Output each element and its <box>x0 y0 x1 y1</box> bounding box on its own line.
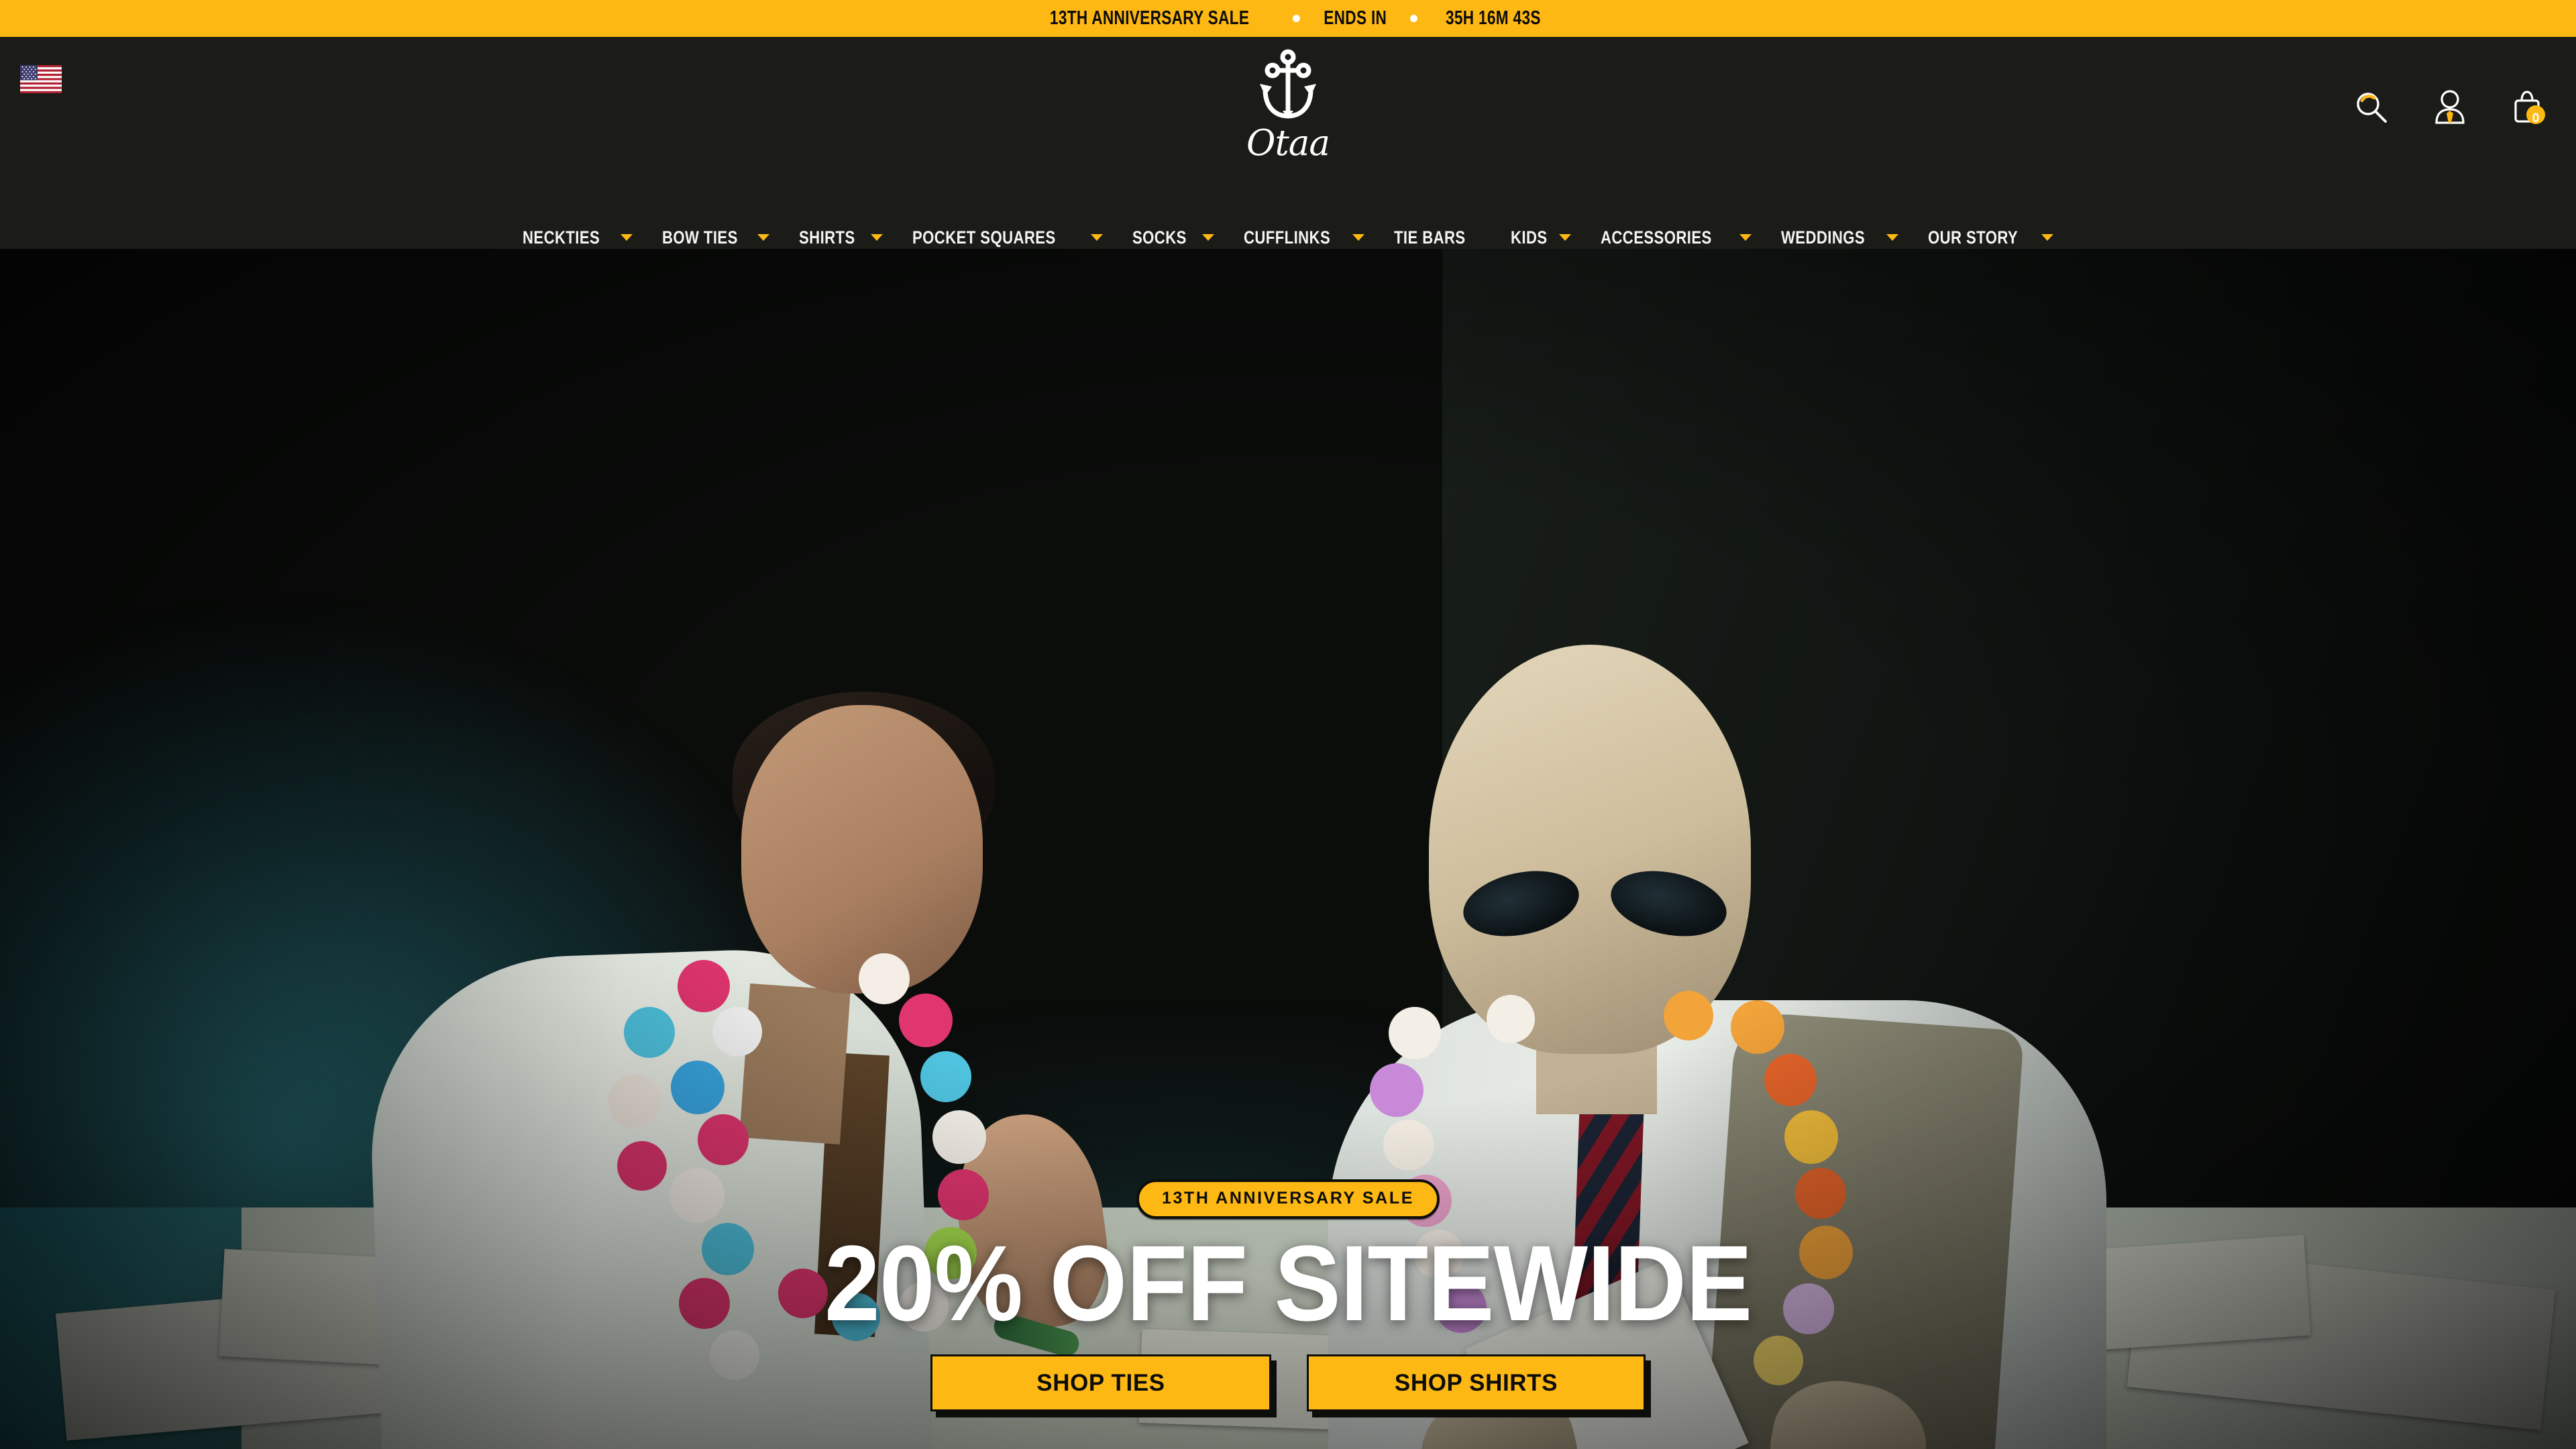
us-flag-icon <box>20 65 62 93</box>
nav-item-tie-bars[interactable]: TIE BARS <box>1379 227 1496 248</box>
nav-item-accessories[interactable]: ACCESSORIES <box>1586 227 1766 248</box>
hero-cta-group: SHOP TIES SHOP SHIRTS <box>930 1354 1646 1411</box>
site-logo[interactable]: Otaa <box>1208 49 1368 161</box>
chevron-down-icon <box>871 234 883 241</box>
chevron-down-icon <box>1558 234 1571 241</box>
chevron-down-icon <box>1201 234 1214 241</box>
account-icon[interactable] <box>2434 89 2466 129</box>
chevron-down-icon <box>1090 234 1103 241</box>
nav-item-weddings[interactable]: WEDDINGS <box>1766 227 1914 248</box>
nav-label: SOCKS <box>1132 227 1187 248</box>
hero-background-image <box>0 249 2576 1449</box>
main-navigation: NECKTIES BOW TIES SHIRTS POCKET SQUARES … <box>0 218 2576 257</box>
announcement-sale-label: 13TH ANNIVERSARY SALE <box>1050 7 1250 29</box>
chevron-down-icon <box>757 234 770 241</box>
nav-label: TIE BARS <box>1394 227 1466 248</box>
header-actions: 0 <box>2353 89 2546 129</box>
dot-separator-icon <box>1292 15 1300 22</box>
locale-selector[interactable] <box>20 65 62 93</box>
shopping-bag-icon[interactable]: 0 <box>2510 89 2546 129</box>
nav-item-pocket-squares[interactable]: POCKET SQUARES <box>898 227 1118 248</box>
shop-shirts-button[interactable]: SHOP SHIRTS <box>1307 1354 1646 1411</box>
anchor-icon <box>1260 49 1316 119</box>
search-icon[interactable] <box>2353 89 2390 129</box>
hero-sale-badge: 13TH ANNIVERSARY SALE <box>1136 1179 1440 1219</box>
nav-item-cufflinks[interactable]: CUFFLINKS <box>1229 227 1379 248</box>
chevron-down-icon <box>1352 234 1364 241</box>
cart-badge-count: 0 <box>2532 111 2540 125</box>
announcement-ends-label: ENDS IN <box>1323 7 1387 29</box>
nav-label: KIDS <box>1511 227 1548 248</box>
nav-label: WEDDINGS <box>1780 227 1865 248</box>
announcement-countdown: 35H 16M 43S <box>1445 7 1541 29</box>
nav-item-bow-ties[interactable]: BOW TIES <box>647 227 785 248</box>
dot-separator-icon <box>1409 15 1417 22</box>
nav-item-our-story[interactable]: OUR STORY <box>1913 227 2068 248</box>
hero-banner: 13TH ANNIVERSARY SALE 20% OFF SITEWIDE S… <box>0 249 2576 1449</box>
chevron-down-icon <box>1886 234 1899 241</box>
chevron-down-icon <box>2041 234 2053 241</box>
nav-item-shirts[interactable]: SHIRTS <box>784 227 898 248</box>
logo-wordmark: Otaa <box>1246 123 1330 164</box>
nav-item-neckties[interactable]: NECKTIES <box>508 227 647 248</box>
nav-label: OUR STORY <box>1928 227 2019 248</box>
nav-label: CUFFLINKS <box>1243 227 1330 248</box>
chevron-down-icon <box>1739 234 1752 241</box>
announcement-bar[interactable]: 13TH ANNIVERSARY SALE ENDS IN 35H 16M 43… <box>0 0 2576 37</box>
nav-label: POCKET SQUARES <box>912 227 1057 248</box>
shop-ties-button[interactable]: SHOP TIES <box>930 1354 1271 1411</box>
nav-label: NECKTIES <box>523 227 600 248</box>
nav-label: ACCESSORIES <box>1600 227 1712 248</box>
chevron-down-icon <box>620 234 633 241</box>
nav-label: BOW TIES <box>661 227 738 248</box>
nav-label: SHIRTS <box>799 227 856 248</box>
nav-item-kids[interactable]: KIDS <box>1496 227 1586 248</box>
nav-item-socks[interactable]: SOCKS <box>1118 227 1229 248</box>
site-header: Otaa 0 NECKTIES BOW TIES SHIRTS POCKET S… <box>0 37 2576 249</box>
